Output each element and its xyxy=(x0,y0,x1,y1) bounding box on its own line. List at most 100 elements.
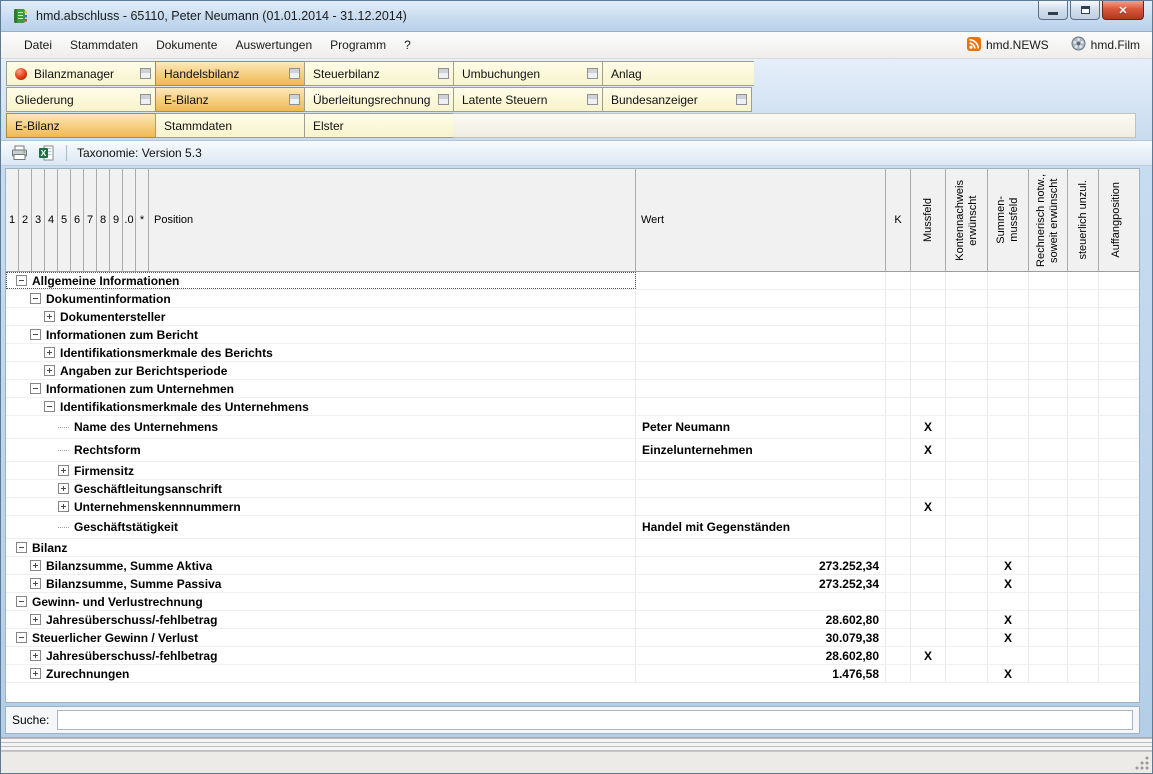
restore-button[interactable] xyxy=(1070,1,1100,20)
tab-handelsbilanz[interactable]: Handelsbilanz xyxy=(155,61,305,86)
level-column-1[interactable]: 1 xyxy=(6,169,19,271)
collapse-icon[interactable] xyxy=(16,596,27,607)
table-row[interactable]: Gewinn- und Verlustrechnung xyxy=(6,593,1139,611)
table-row[interactable]: Identifikationsmerkmale des Berichts xyxy=(6,344,1139,362)
table-row[interactable]: Firmensitz xyxy=(6,462,1139,480)
splitter-handle[interactable] xyxy=(1,737,1152,751)
wert-cell[interactable]: 273.252,34 xyxy=(636,557,886,574)
menu-item-auswertungen[interactable]: Auswertungen xyxy=(226,34,321,56)
table-row[interactable]: Bilanzsumme, Summe Passiva273.252,34X xyxy=(6,575,1139,593)
resize-grip[interactable] xyxy=(1135,756,1149,770)
table-row[interactable]: Bilanz xyxy=(6,539,1139,557)
expand-icon[interactable] xyxy=(30,560,41,571)
wert-cell[interactable] xyxy=(636,593,886,610)
table-row[interactable]: Jahresüberschuss/-fehlbetrag28.602,80X xyxy=(6,647,1139,665)
wert-cell[interactable] xyxy=(636,398,886,415)
collapse-icon[interactable] xyxy=(30,329,41,340)
tab-berleitungsrechnung[interactable]: Überleitungsrechnung xyxy=(304,87,454,112)
table-row[interactable]: Bilanzsumme, Summe Aktiva273.252,34X xyxy=(6,557,1139,575)
collapse-icon[interactable] xyxy=(16,542,27,553)
wert-cell[interactable]: 30.079,38 xyxy=(636,629,886,646)
table-row[interactable]: Name des UnternehmensPeter NeumannX xyxy=(6,416,1139,439)
menu-item-hmd-film[interactable]: hmd.Film xyxy=(1069,33,1142,57)
table-row[interactable]: Geschäftleitungsanschrift xyxy=(6,480,1139,498)
tab-elster[interactable]: Elster xyxy=(304,113,454,138)
table-row[interactable]: Informationen zum Unternehmen xyxy=(6,380,1139,398)
wert-cell[interactable] xyxy=(636,272,886,289)
search-input[interactable] xyxy=(57,710,1133,730)
wert-cell[interactable]: Peter Neumann xyxy=(636,416,886,438)
table-row[interactable]: RechtsformEinzelunternehmenX xyxy=(6,439,1139,462)
table-row[interactable]: Dokumentinformation xyxy=(6,290,1139,308)
wert-cell[interactable] xyxy=(636,344,886,361)
collapse-icon[interactable] xyxy=(44,401,55,412)
wert-cell[interactable]: 1.476,58 xyxy=(636,665,886,682)
menu-item-stammdaten[interactable]: Stammdaten xyxy=(61,34,147,56)
wert-cell[interactable] xyxy=(636,539,886,556)
menu-item-datei[interactable]: Datei xyxy=(15,34,61,56)
detach-icon[interactable] xyxy=(289,68,300,79)
table-row[interactable]: Identifikationsmerkmale des Unternehmens xyxy=(6,398,1139,416)
wert-cell[interactable] xyxy=(636,362,886,379)
wert-cell[interactable]: Einzelunternehmen xyxy=(636,439,886,461)
wert-cell[interactable] xyxy=(636,308,886,325)
table-row[interactable]: Steuerlicher Gewinn / Verlust30.079,38X xyxy=(6,629,1139,647)
tab-anlag[interactable]: Anlag xyxy=(602,61,754,86)
expand-icon[interactable] xyxy=(30,650,41,661)
expand-icon[interactable] xyxy=(30,578,41,589)
wert-cell[interactable] xyxy=(636,326,886,343)
expand-icon[interactable] xyxy=(44,347,55,358)
detach-icon[interactable] xyxy=(289,94,300,105)
excel-export-button[interactable]: X xyxy=(36,143,56,163)
tab-stammdaten[interactable]: Stammdaten xyxy=(155,113,305,138)
menu-item-dokumente[interactable]: Dokumente xyxy=(147,34,226,56)
detach-icon[interactable] xyxy=(438,68,449,79)
wert-cell[interactable]: 273.252,34 xyxy=(636,575,886,592)
detach-icon[interactable] xyxy=(587,68,598,79)
level-column-7[interactable]: 7 xyxy=(84,169,97,271)
table-row[interactable]: UnternehmenskennnummernX xyxy=(6,498,1139,516)
level-column-help[interactable]: * xyxy=(136,169,149,271)
detach-icon[interactable] xyxy=(736,94,747,105)
menu-item-help[interactable]: ? xyxy=(395,34,420,56)
table-row[interactable]: Zurechnungen1.476,58X xyxy=(6,665,1139,683)
table-row[interactable]: Jahresüberschuss/-fehlbetrag28.602,80X xyxy=(6,611,1139,629)
tab-e-bilanz[interactable]: E-Bilanz xyxy=(155,87,305,112)
menu-item-programm[interactable]: Programm xyxy=(321,34,395,56)
table-row[interactable]: Dokumentersteller xyxy=(6,308,1139,326)
tab-umbuchungen[interactable]: Umbuchungen xyxy=(453,61,603,86)
tab-latente-steuern[interactable]: Latente Steuern xyxy=(453,87,603,112)
tab-gliederung[interactable]: Gliederung xyxy=(6,87,156,112)
level-column-3[interactable]: 3 xyxy=(32,169,45,271)
expand-icon[interactable] xyxy=(44,365,55,376)
level-column-2[interactable]: 2 xyxy=(19,169,32,271)
level-column-5[interactable]: 5 xyxy=(58,169,71,271)
level-column-0[interactable]: .0 xyxy=(123,169,136,271)
detach-icon[interactable] xyxy=(140,94,151,105)
wert-cell[interactable] xyxy=(636,380,886,397)
expand-icon[interactable] xyxy=(58,465,69,476)
menu-item-hmd-news[interactable]: hmd.NEWS xyxy=(965,34,1051,57)
expand-icon[interactable] xyxy=(58,483,69,494)
table-row[interactable]: Angaben zur Berichtsperiode xyxy=(6,362,1139,380)
table-row[interactable]: GeschäftstätigkeitHandel mit Gegenstände… xyxy=(6,516,1139,539)
table-row[interactable]: Informationen zum Bericht xyxy=(6,326,1139,344)
level-column-6[interactable]: 6 xyxy=(71,169,84,271)
tab-bundesanzeiger[interactable]: Bundesanzeiger xyxy=(602,87,752,112)
tab-e-bilanz[interactable]: E-Bilanz xyxy=(6,113,156,138)
level-column-9[interactable]: 9 xyxy=(110,169,123,271)
wert-cell[interactable] xyxy=(636,498,886,515)
expand-icon[interactable] xyxy=(30,668,41,679)
print-button[interactable] xyxy=(9,143,29,163)
tab-bilanzmanager[interactable]: Bilanzmanager xyxy=(6,61,156,86)
wert-cell[interactable] xyxy=(636,462,886,479)
detach-icon[interactable] xyxy=(438,94,449,105)
detach-icon[interactable] xyxy=(587,94,598,105)
level-column-4[interactable]: 4 xyxy=(45,169,58,271)
wert-cell[interactable] xyxy=(636,480,886,497)
collapse-icon[interactable] xyxy=(16,632,27,643)
wert-cell[interactable]: 28.602,80 xyxy=(636,647,886,664)
tab-steuerbilanz[interactable]: Steuerbilanz xyxy=(304,61,454,86)
wert-cell[interactable]: 28.602,80 xyxy=(636,611,886,628)
table-row[interactable]: Allgemeine Informationen xyxy=(6,272,1139,290)
